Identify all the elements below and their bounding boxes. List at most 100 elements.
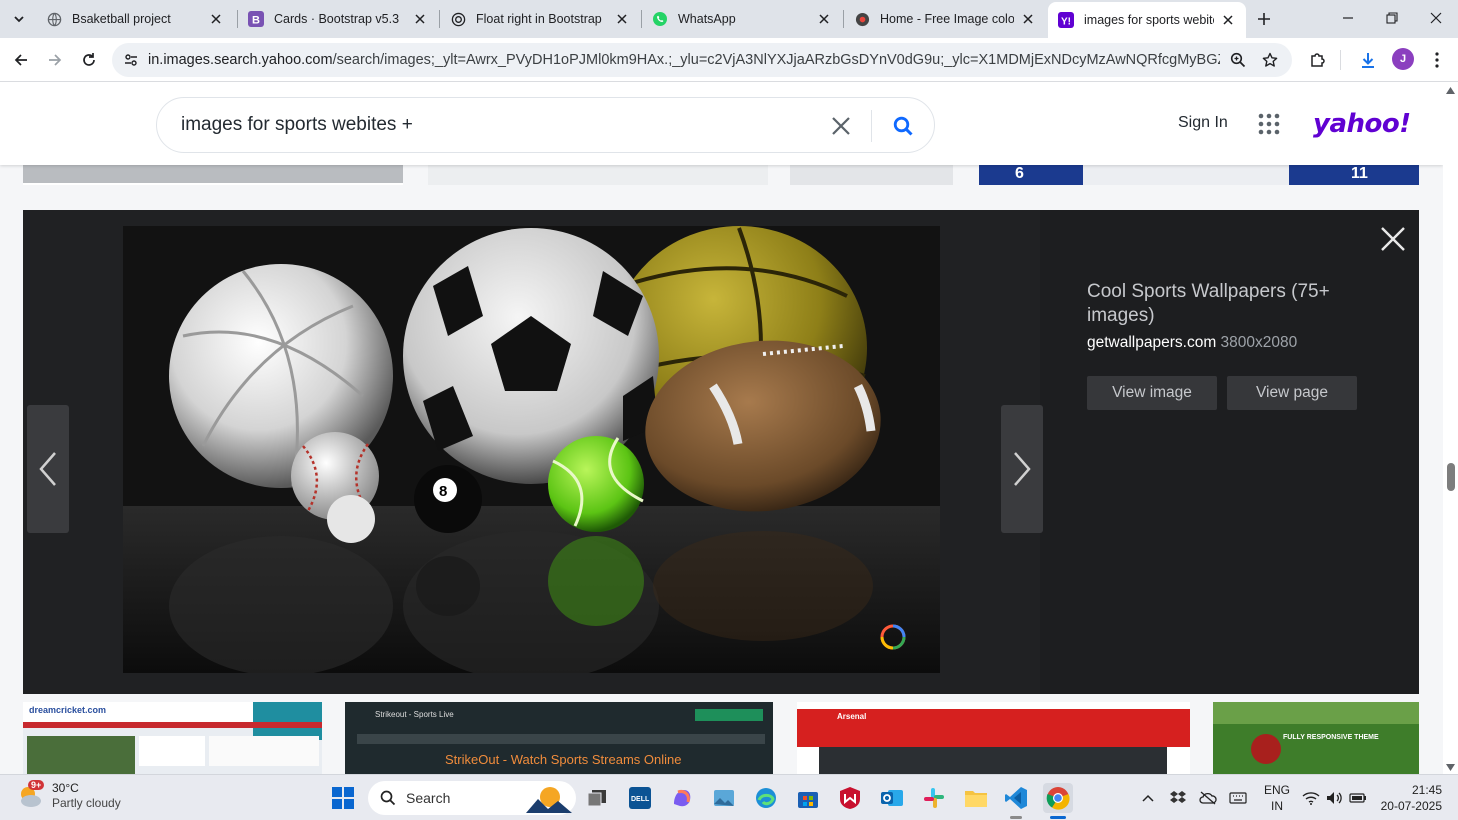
site-settings-icon[interactable] [116,52,146,68]
mcafee-button[interactable] [835,783,865,813]
browser-menu-button[interactable] [1423,46,1451,74]
photos-button[interactable] [709,783,739,813]
speaker-icon [1326,791,1344,805]
tab-search-button[interactable] [6,6,32,32]
chrome-button[interactable] [1043,783,1073,813]
system-clock[interactable]: 21:45 20-07-2025 [1378,782,1442,814]
start-button[interactable] [328,783,358,813]
windows-icon [332,787,354,809]
outlook-button[interactable] [877,783,907,813]
tab-cards-bootstrap[interactable]: B Cards · Bootstrap v5.3 [238,4,438,34]
back-button[interactable] [7,46,35,74]
image-result-thumbnail[interactable] [428,165,768,185]
tab-yahoo-images[interactable]: Y! images for sports webites [1048,2,1246,38]
apps-grid-button[interactable] [1258,113,1280,135]
scrollbar-thumb[interactable] [1447,463,1455,491]
clear-search-button[interactable] [827,112,855,140]
page-scrollbar[interactable] [1443,83,1458,774]
forward-button[interactable] [41,46,69,74]
image-result-thumbnail[interactable]: FULLY RESPONSIVE THEME [1213,702,1419,774]
task-view-button[interactable] [582,783,612,813]
search-divider [871,110,872,142]
image-title[interactable]: Cool Sports Wallpapers (75+ images) [1087,280,1377,328]
search-icon [893,116,913,136]
close-tab-icon[interactable] [412,11,428,27]
star-bookmark-icon[interactable] [1262,52,1278,68]
slack-button[interactable] [919,783,949,813]
photos-icon [712,786,736,810]
image-result-thumbnail[interactable]: Strikeout - Sports Live StrikeOut - Watc… [345,702,773,774]
close-tab-icon[interactable] [614,11,630,27]
chevron-up-icon [1142,794,1154,802]
image-result-thumbnail[interactable] [23,165,403,185]
image-result-thumbnail[interactable]: dreamcricket.com [23,702,322,774]
image-stage: 8 [23,210,1043,694]
minimize-button[interactable] [1326,0,1370,36]
address-bar[interactable]: in.images.search.yahoo.com/search/images… [112,43,1292,77]
tray-app-icon[interactable] [1166,783,1190,813]
grid-icon [1258,113,1280,135]
previous-image-button[interactable] [27,405,69,533]
wifi-status[interactable] [1298,783,1324,813]
search-submit-button[interactable] [887,110,919,142]
close-tab-icon[interactable] [1020,11,1036,27]
globe-icon [46,11,62,27]
search-icon [380,790,396,806]
battery-status[interactable] [1345,783,1371,813]
taskbar-search[interactable]: Search [368,781,576,815]
scroll-up-arrow[interactable] [1446,86,1455,95]
outlook-icon [880,786,904,810]
battery-icon [1349,792,1367,804]
file-explorer-button[interactable] [961,783,991,813]
view-page-button[interactable]: View page [1227,376,1357,410]
search-input[interactable] [181,114,801,136]
reload-button[interactable] [75,46,103,74]
restore-button[interactable] [1370,0,1414,36]
edge-button[interactable] [751,783,781,813]
copilot-button[interactable] [667,783,697,813]
sign-in-link[interactable]: Sign In [1178,114,1228,132]
close-tab-icon[interactable] [816,11,832,27]
close-window-button[interactable] [1414,0,1458,36]
url-text[interactable]: in.images.search.yahoo.com/search/images… [148,52,1220,68]
weather-widget[interactable]: 9+ 30°C Partly cloudy [16,780,121,811]
profile-avatar[interactable]: J [1392,48,1414,70]
yahoo-logo[interactable]: yahoo! [1313,109,1411,139]
tab-image-color-picker[interactable]: Home - Free Image color P [844,4,1046,34]
search-highlight-icon [526,783,572,813]
image-info: Cool Sports Wallpapers (75+ images) getw… [1087,280,1377,410]
vscode-button[interactable] [1001,783,1031,813]
tab-whatsapp[interactable]: WhatsApp [642,4,842,34]
image-source-link[interactable]: getwallpapers.com [1087,334,1216,351]
active-indicator [1050,816,1066,819]
scroll-down-arrow[interactable] [1446,763,1455,772]
close-tab-icon[interactable] [208,11,224,27]
zoom-icon[interactable] [1230,52,1246,68]
extensions-button[interactable] [1304,46,1332,74]
language-indicator[interactable]: ENG IN [1262,782,1292,814]
downloads-button[interactable] [1354,46,1382,74]
touch-keyboard-button[interactable] [1226,783,1250,813]
image-result-thumbnail[interactable] [790,165,953,185]
dell-app-button[interactable]: DELL [625,783,655,813]
visual-search-icon[interactable] [880,624,906,650]
arrow-right-icon [47,52,63,68]
weather-temp: 30°C [52,781,79,795]
preview-image[interactable]: 8 [123,226,940,673]
view-image-button[interactable]: View image [1087,376,1217,410]
store-button[interactable] [793,783,823,813]
close-preview-button[interactable] [1378,224,1408,254]
running-indicator [1010,816,1022,819]
onedrive-status-button[interactable] [1196,783,1220,813]
tab-float-right[interactable]: Float right in Bootstrap [440,4,640,34]
image-result-thumbnail[interactable]: 6 11 [979,165,1419,185]
image-result-thumbnail[interactable]: Arsenal [797,702,1190,774]
show-hidden-icons-button[interactable] [1136,783,1160,813]
new-tab-button[interactable] [1252,8,1276,30]
close-tab-icon[interactable] [1220,12,1236,28]
next-image-button[interactable] [1001,405,1043,533]
tab-basketball-project[interactable]: Bsaketball project [36,4,234,34]
vscode-icon [1004,786,1028,810]
svg-text:8: 8 [439,483,447,500]
edge-icon [754,786,778,810]
